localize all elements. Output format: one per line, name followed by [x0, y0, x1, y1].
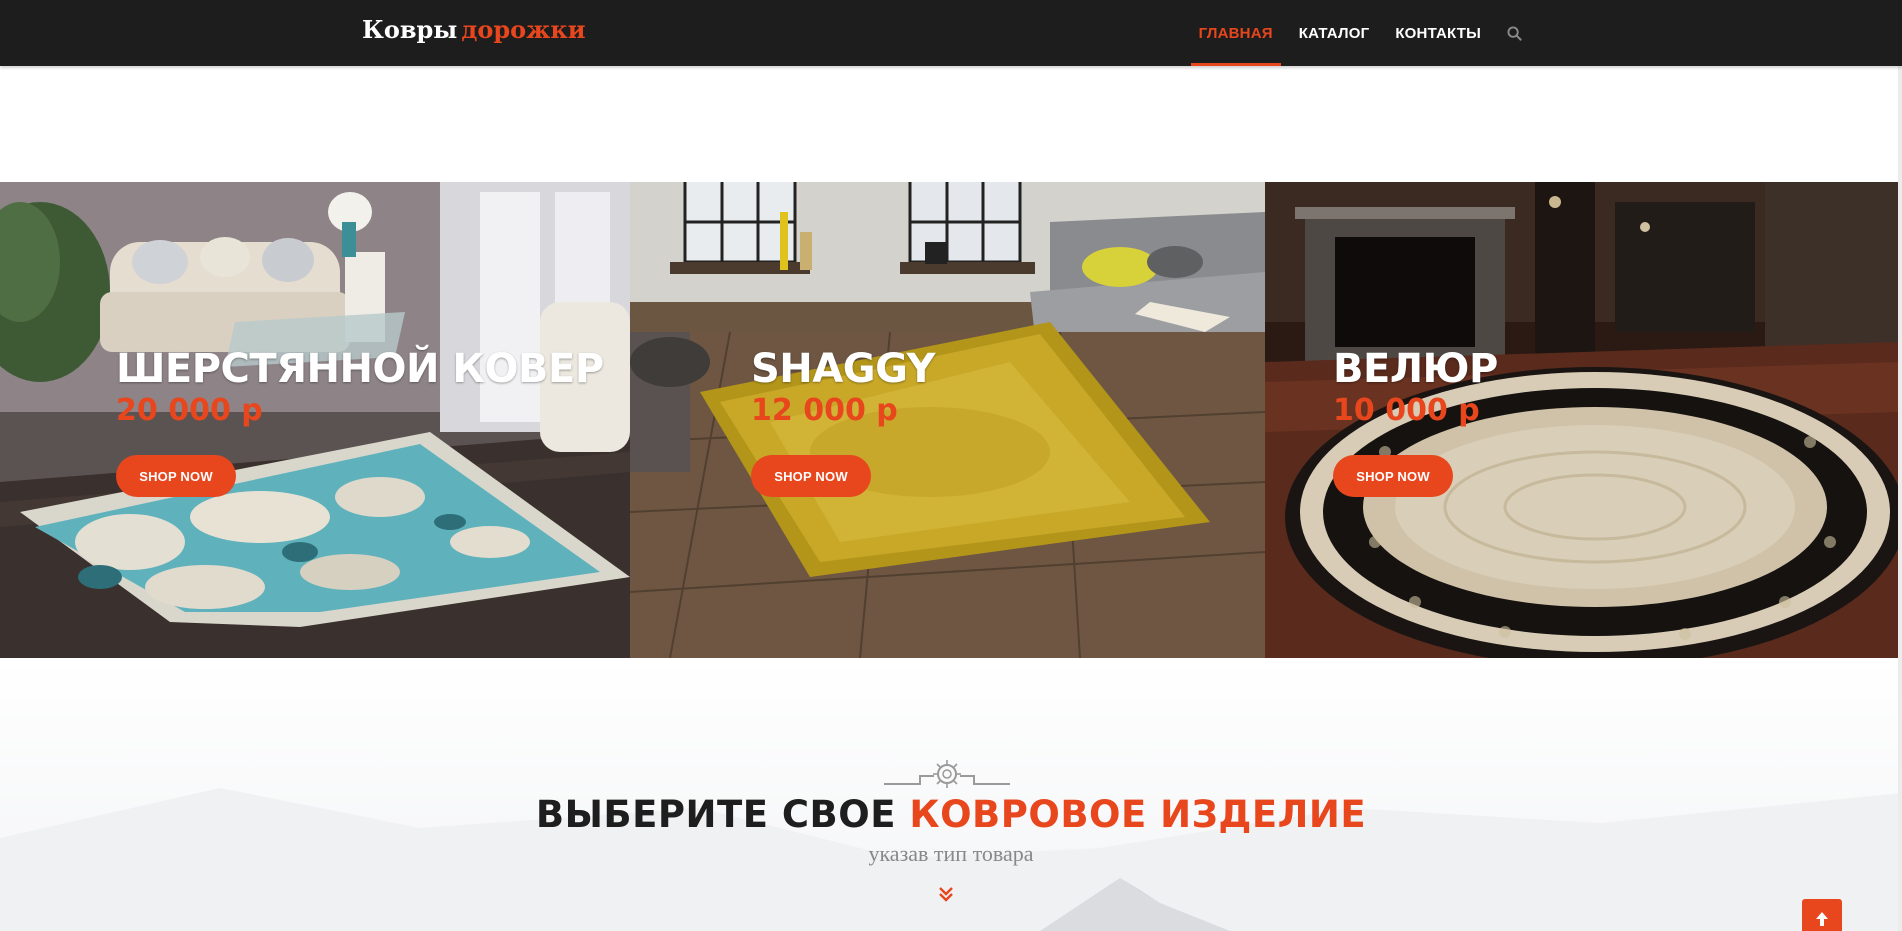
product-banners: ШЕРСТЯННОЙ КОВЕР 20 000 р SHOP NOW SHAGG…: [0, 182, 1898, 658]
section-heading: ВЫБЕРИТЕ СВОЕ КОВРОВОЕ ИЗДЕЛИЕ: [0, 793, 1902, 836]
shop-now-button[interactable]: SHOP NOW: [751, 455, 871, 497]
nav-item-label: КАТАЛОГ: [1298, 24, 1370, 42]
banner-price: 20 000 р: [116, 393, 263, 428]
banner-wool-rug: ШЕРСТЯННОЙ КОВЕР 20 000 р SHOP NOW: [0, 182, 630, 658]
banner-price: 12 000 р: [751, 393, 898, 428]
arrow-up-icon: [1816, 912, 1828, 926]
ornament-divider-icon: [884, 760, 1010, 788]
nav-item-home[interactable]: ГЛАВНАЯ: [1186, 0, 1286, 66]
main-nav: ГЛАВНАЯ КАТАЛОГ КОНТАКТЫ: [1186, 0, 1534, 66]
section-heading-accent: КОВРОВОЕ ИЗДЕЛИЕ: [909, 793, 1367, 836]
banner-title: SHAGGY: [751, 346, 936, 392]
nav-item-label: КОНТАКТЫ: [1395, 24, 1481, 42]
shop-now-button[interactable]: SHOP NOW: [116, 455, 236, 497]
section-heading-dark: ВЫБЕРИТЕ СВОЕ: [535, 793, 896, 836]
logo-text: Ковры: [362, 15, 458, 44]
page-scrollbar[interactable]: [1898, 66, 1902, 931]
banner-content: ШЕРСТЯННОЙ КОВЕР 20 000 р SHOP NOW: [116, 347, 604, 497]
shaggy-rug-image: [630, 182, 1265, 658]
banner-velour-rug: ВЕЛЮР 10 000 р SHOP NOW: [1265, 182, 1898, 658]
banner-shaggy-rug: SHAGGY 12 000 р SHOP NOW: [630, 182, 1265, 658]
search-icon: [1506, 25, 1522, 41]
double-chevron-down-icon: [939, 887, 953, 902]
banner-title: ШЕРСТЯННОЙ КОВЕР: [116, 346, 604, 392]
logo-accent-text: дорожки: [461, 15, 586, 44]
site-logo[interactable]: Ковры дорожки: [362, 15, 586, 44]
banner-content: SHAGGY 12 000 р SHOP NOW: [751, 346, 936, 497]
nav-item-catalog[interactable]: КАТАЛОГ: [1286, 0, 1383, 66]
back-to-top-button[interactable]: [1802, 899, 1842, 931]
shop-now-button[interactable]: SHOP NOW: [1333, 455, 1453, 497]
banner-content: ВЕЛЮР 10 000 р SHOP NOW: [1333, 347, 1498, 497]
top-navbar: Ковры дорожки ГЛАВНАЯ КАТАЛОГ КОНТАКТЫ: [0, 0, 1902, 66]
category-section: ВЫБЕРИТЕ СВОЕ КОВРОВОЕ ИЗДЕЛИЕ указав ти…: [0, 658, 1902, 931]
nav-item-contacts[interactable]: КОНТАКТЫ: [1382, 0, 1494, 66]
nav-item-label: ГЛАВНАЯ: [1198, 24, 1273, 42]
section-subheading: указав тип товара: [868, 841, 1034, 866]
banner-title: ВЕЛЮР: [1333, 346, 1498, 392]
banner-price: 10 000 р: [1333, 393, 1480, 428]
search-button[interactable]: [1494, 0, 1534, 66]
